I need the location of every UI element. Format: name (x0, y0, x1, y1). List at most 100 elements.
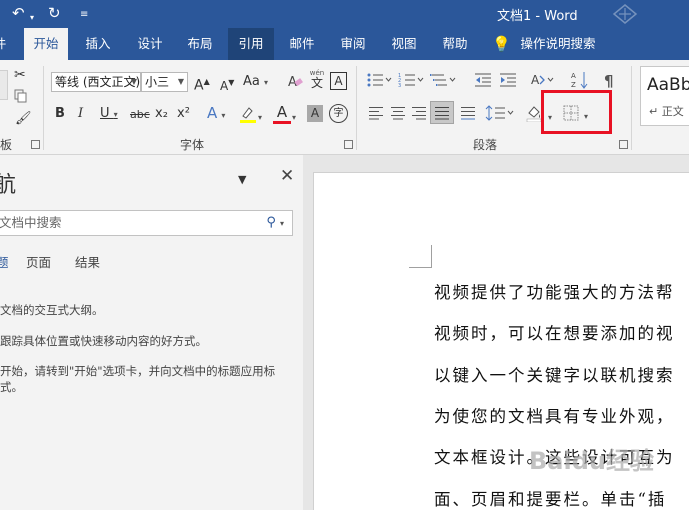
font-color-swatch (273, 121, 291, 124)
bold-button[interactable]: B (55, 105, 65, 123)
format-painter-icon[interactable]: 🖌 (15, 110, 32, 128)
chevron-down-icon: ▼ (130, 77, 137, 86)
tab-layout[interactable]: 布局 (181, 28, 219, 60)
bullets-button[interactable] (366, 72, 392, 88)
undo-icon[interactable]: ↶ (12, 4, 25, 22)
font-name-value: 等线 (西文正文) (55, 75, 141, 89)
text-effects-button[interactable]: A ▾ (207, 104, 225, 125)
group-divider (43, 66, 44, 150)
redo-icon[interactable]: ↻ (48, 4, 61, 22)
document-title: 文档1 - Word (497, 9, 578, 24)
clear-formatting-icon[interactable]: A (286, 72, 304, 90)
pane-splitter[interactable] (303, 155, 313, 510)
align-right-button[interactable] (411, 106, 427, 120)
nav-tab-results[interactable]: 结果 (75, 252, 100, 271)
align-center-button[interactable] (390, 106, 406, 120)
underline-button[interactable]: U ▾ (100, 105, 118, 124)
distributed-button[interactable] (460, 106, 476, 120)
strikethrough-button[interactable]: abc (130, 106, 150, 124)
search-icon[interactable]: ⚲ ▾ (266, 211, 284, 236)
shrink-font-button[interactable]: A▼ (220, 74, 234, 95)
show-formatting-marks-icon[interactable]: ¶ (604, 72, 614, 90)
line-spacing-button[interactable] (485, 105, 515, 121)
document-line: 面、页眉和提要栏。单击“插 (434, 490, 667, 509)
decrease-indent-icon[interactable] (474, 72, 492, 88)
tab-file-edge[interactable]: 件 (0, 28, 8, 60)
font-launcher-icon[interactable] (344, 140, 353, 149)
tab-design[interactable]: 设计 (131, 28, 169, 60)
nav-pane-title: 航 (0, 173, 17, 198)
align-left-button[interactable] (368, 106, 384, 120)
change-case-button[interactable]: Aa ▾ (243, 73, 268, 92)
enclose-characters-button[interactable]: 字 (329, 104, 348, 123)
sort-icon[interactable]: AZ (571, 70, 589, 90)
shrink-font-label: A (220, 79, 229, 93)
nav-tab-headings[interactable]: 题 (0, 252, 9, 271)
navigation-pane: 航 ▼ ✕ 文档中搜索 ⚲ ▾ 题 页面 结果 文档的交互式大纲。 跟踪具体位置… (0, 155, 303, 510)
tab-home[interactable]: 开始 (24, 28, 68, 60)
nav-search-input[interactable]: 文档中搜索 ⚲ ▾ (0, 210, 293, 236)
style-preview-normal: AaBb (647, 75, 689, 95)
document-page[interactable]: 视频提供了功能强大的方法帮 视频时，可以在想要添加的视 以键入一个关键字以联机搜… (313, 172, 689, 510)
tab-mailings[interactable]: 邮件 (283, 28, 321, 60)
page-margin-marker (409, 245, 432, 268)
tab-help[interactable]: 帮助 (436, 28, 474, 60)
font-size-value: 小三 (145, 75, 170, 89)
nav-hint-line: 开始，请转到"开始"选项卡，并向文档中的标题应用标 (0, 364, 276, 378)
group-divider (631, 66, 632, 150)
clipboard-launcher-icon[interactable] (31, 140, 40, 149)
shading-button[interactable] (526, 104, 542, 122)
cut-icon[interactable]: ✂ (14, 66, 26, 84)
tab-view[interactable]: 视图 (385, 28, 423, 60)
font-size-combo[interactable]: 小三 ▼ (141, 72, 188, 92)
superscript-button[interactable]: x² (177, 105, 190, 123)
nav-hint-line: 式。 (0, 380, 23, 394)
nav-pane-options-icon[interactable]: ▼ (238, 171, 246, 189)
increase-indent-icon[interactable] (499, 72, 517, 88)
font-group-label: 字体 (180, 138, 205, 152)
style-name-normal: ↵ 正文 (649, 105, 684, 118)
multilevel-list-button[interactable] (430, 72, 456, 88)
ribbon-tab-row: 件 开始 插入 设计 布局 引用 邮件 审阅 视图 帮助 💡 操作说明搜索 (0, 28, 689, 60)
underline-label: U (100, 106, 110, 121)
title-bar: ↶ ▾ ↻ ≡ 文档1 - Word (0, 0, 689, 28)
chevron-down-icon: ▼ (177, 77, 184, 86)
justify-button[interactable] (430, 101, 454, 124)
paste-button[interactable] (0, 70, 8, 100)
document-line: 视频提供了功能强大的方法帮 (434, 283, 675, 302)
tab-references[interactable]: 引用 (228, 28, 274, 60)
chinese-layout-button[interactable]: A (531, 72, 557, 88)
paragraph-group-label: 段落 (473, 138, 498, 152)
nav-search-placeholder: 文档中搜索 (0, 215, 62, 230)
grow-font-button[interactable]: A▲ (194, 73, 210, 95)
tab-review[interactable]: 审阅 (334, 28, 372, 60)
document-line: 以键入一个关键字以联机搜索 (434, 366, 675, 385)
subscript-button[interactable]: x₂ (155, 105, 168, 123)
nav-tab-pages[interactable]: 页面 (26, 252, 51, 271)
clipboard-group-label: 板 (0, 138, 13, 152)
numbering-button[interactable]: 123 (398, 72, 424, 88)
undo-dropdown-icon[interactable]: ▾ (30, 9, 34, 27)
close-icon[interactable]: ✕ (280, 167, 294, 185)
phonetic-guide-button[interactable]: wén 文 (307, 68, 327, 89)
svg-text:3: 3 (398, 83, 401, 88)
ribbon-decoration-icon (612, 4, 638, 24)
character-shading-button[interactable]: A (307, 105, 323, 122)
customize-quick-access-icon[interactable]: ≡ (80, 6, 88, 24)
italic-button[interactable]: I (78, 105, 83, 123)
styles-gallery[interactable]: AaBb ↵ 正文 (640, 66, 689, 126)
character-border-button[interactable]: A (330, 72, 347, 90)
copy-icon[interactable] (14, 89, 28, 103)
document-line: 视频时，可以在想要添加的视 (434, 324, 675, 343)
lightbulb-icon: 💡 (492, 35, 511, 53)
group-divider (356, 66, 357, 150)
nav-hint-line: 文档的交互式大纲。 (0, 303, 104, 317)
tell-me-search[interactable]: 操作说明搜索 (518, 28, 598, 60)
tab-insert[interactable]: 插入 (79, 28, 117, 60)
grow-font-label: A (194, 77, 204, 94)
highlight-dropdown-icon: ▾ (258, 113, 263, 122)
paragraph-launcher-icon[interactable] (619, 140, 628, 149)
font-color-button[interactable]: A (273, 103, 291, 124)
font-name-combo[interactable]: 等线 (西文正文) ▼ (51, 72, 141, 92)
highlight-button[interactable] (238, 104, 258, 124)
